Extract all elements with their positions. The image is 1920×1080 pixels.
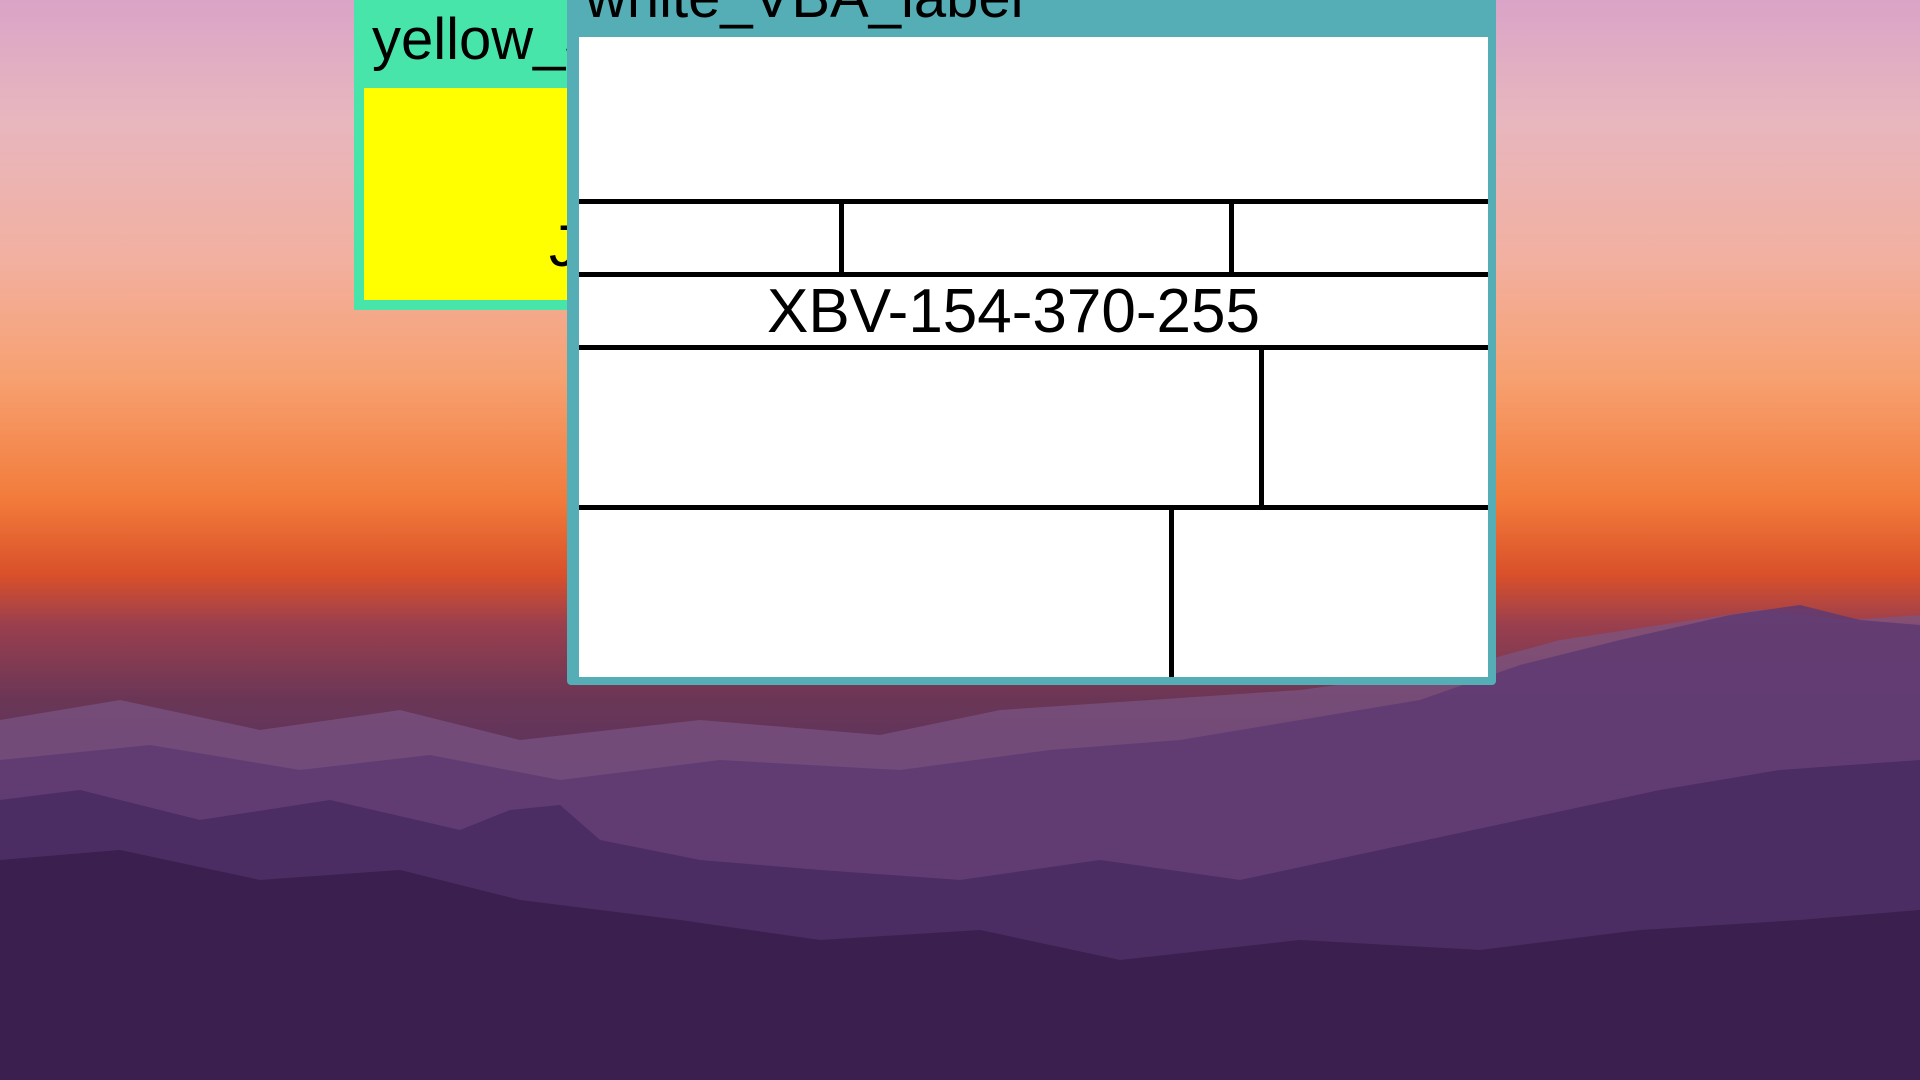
white-window-content[interactable]: XBV-154-370-255 [579,37,1488,677]
white-window[interactable]: white_VBA_label XBV-154-370-255 [567,0,1496,685]
grid-divider [579,345,1488,350]
grid-divider [1169,505,1174,677]
grid-divider [839,199,844,272]
grid-divider [579,505,1488,510]
code-label: XBV-154-370-255 [767,277,1260,346]
yellow-window-content[interactable]: J [364,88,576,300]
white-window-title: white_VBA_label [567,0,1496,32]
grid-divider [1259,345,1264,510]
desktop: yellow_JQXV_label J white_VBA_label XBV-… [0,0,1920,1080]
grid-divider [579,199,1488,204]
grid-divider [1229,199,1234,272]
